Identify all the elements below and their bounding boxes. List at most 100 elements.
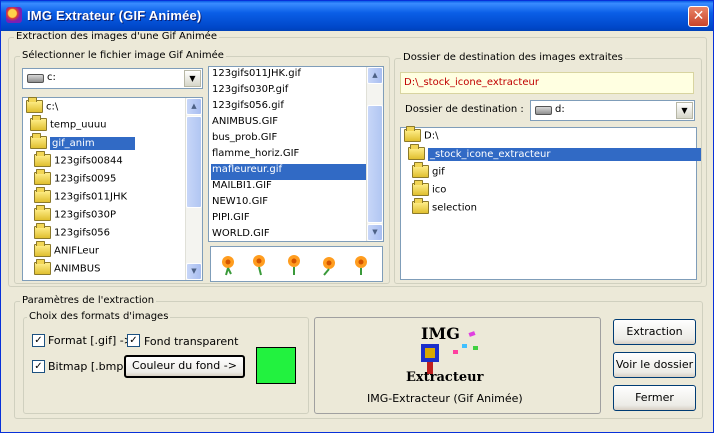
format-gif-label: Format [.gif] -> [48, 334, 133, 347]
source-tree-label: 123gifs030P [54, 209, 117, 221]
transparent-checkbox[interactable]: ✓ [127, 334, 140, 347]
file-list-item[interactable]: 123gifs011JHK.gif [211, 68, 301, 84]
scroll-up-icon[interactable]: ▲ [186, 98, 202, 115]
extraction-button-label: Extraction [626, 325, 683, 338]
source-tree-label: 123gifs011JHK [54, 191, 128, 203]
folder-icon [26, 97, 43, 113]
file-list-item[interactable]: 123gifs030P.gif [211, 84, 288, 100]
logo-caption: IMG-Extracteur (Gif Animée) [367, 392, 523, 405]
folder-icon [412, 198, 429, 214]
source-tree-label: temp_uuuu [50, 119, 107, 131]
destination-folder-tree[interactable]: D:\ _stock_icone_extracteur gif ico selectio… [400, 126, 701, 280]
folder-icon [30, 115, 47, 131]
destination-drive-value: d: [555, 104, 565, 115]
drive-icon [27, 74, 44, 83]
file-list-item[interactable]: mafleureur.gif [211, 164, 368, 180]
close-button[interactable]: Fermer [613, 385, 696, 411]
chevron-down-icon[interactable]: ▼ [676, 102, 693, 119]
main-group-legend: Extraction des images d'une Gif Animée [14, 31, 219, 42]
scroll-down-icon[interactable]: ▼ [186, 263, 202, 280]
flower-frame-2-icon [253, 255, 265, 276]
background-color-button-label: Couleur du fond -> [132, 359, 237, 372]
file-list-scrollbar[interactable]: ▲ ▼ [366, 67, 383, 241]
file-list-item[interactable]: ANIMBUS.GIF [211, 116, 278, 132]
folder-icon [408, 144, 425, 160]
bitmap-label: Bitmap [.bmp] [48, 360, 128, 373]
logo-panel: IMG Extracteur IMG-Extracteur (Gif Animé… [314, 317, 601, 414]
destination-tree-label: gif [432, 166, 445, 178]
source-tree-item[interactable]: ANIMBUS [34, 259, 101, 280]
folder-icon [34, 223, 51, 239]
source-tree-item[interactable]: 123gifs011JHK [34, 187, 128, 208]
source-tree-item[interactable]: 123gifs0095 [34, 169, 116, 190]
folder-icon [34, 187, 51, 203]
file-list-item[interactable]: NEW10.GIF [211, 196, 268, 212]
view-folder-button[interactable]: Voir le dossier [613, 352, 696, 378]
destination-drive-select[interactable]: d: ▼ [530, 100, 695, 121]
app-icon [6, 7, 22, 23]
gif-preview [210, 246, 383, 282]
transparent-label: Fond transparent [144, 335, 239, 348]
source-folder-tree[interactable]: c:\ temp_uuuu gif_anim 123gifs00844 123gifs0… [22, 97, 203, 281]
folder-icon [412, 162, 429, 178]
destination-tree-item[interactable]: _stock_icone_extracteur [408, 144, 701, 165]
destination-tree-label: D:\ [424, 130, 439, 142]
source-tree-item[interactable]: 123gifs030P [34, 205, 117, 226]
file-list-item[interactable]: PIPI.GIF [211, 212, 250, 228]
logo-title: IMG [421, 324, 460, 343]
scroll-thumb[interactable] [367, 105, 383, 223]
extraction-button[interactable]: Extraction [613, 319, 696, 345]
close-button-label: Fermer [635, 391, 674, 404]
destination-path-text: D:\_stock_icone_extracteur [404, 77, 539, 88]
source-tree-item[interactable]: 123gifs056 [34, 223, 111, 244]
flower-frame-5-icon [355, 256, 367, 275]
source-tree-item[interactable]: c:\ [26, 97, 59, 118]
app-window: IMG Extrateur (GIF Animée) ✕ Extraction … [0, 0, 714, 433]
source-tree-label: ANIMBUS [54, 263, 101, 275]
source-drive-select[interactable]: c: ▼ [22, 68, 203, 89]
destination-tree-label: _stock_icone_extracteur [428, 147, 701, 161]
destination-path: D:\_stock_icone_extracteur [400, 72, 694, 94]
file-list-item[interactable]: flamme_horiz.GIF [211, 148, 299, 164]
scroll-up-icon[interactable]: ▲ [367, 67, 383, 84]
flower-frame-3-icon [288, 255, 300, 275]
file-list-item[interactable]: bus_prob.GIF [211, 132, 277, 148]
file-list-item[interactable]: WORLD.GIF [211, 228, 270, 244]
source-tree-label: ANIFLeur [54, 245, 100, 257]
folder-icon [34, 241, 51, 257]
title-bar[interactable]: IMG Extrateur (GIF Animée) ✕ [1, 1, 713, 31]
source-tree-item[interactable]: 123gifs00844 [34, 151, 123, 172]
file-list-item[interactable]: MAILBI1.GIF [211, 180, 272, 196]
folder-icon [34, 151, 51, 167]
color-swatch[interactable] [256, 347, 296, 384]
folder-icon [34, 169, 51, 185]
scroll-down-icon[interactable]: ▼ [367, 224, 383, 241]
flower-frame-1-icon [222, 256, 234, 276]
destination-group-legend: Dossier de destination des images extrai… [401, 52, 625, 63]
destination-folder-label: Dossier de destination : [405, 104, 524, 115]
source-tree-item[interactable]: temp_uuuu [30, 115, 107, 136]
destination-tree-item[interactable]: selection [412, 198, 477, 219]
destination-tree-label: selection [432, 202, 477, 214]
params-group-legend: Paramètres de l'extraction [20, 295, 157, 306]
chevron-down-icon[interactable]: ▼ [184, 70, 201, 87]
scroll-thumb[interactable] [186, 116, 202, 208]
folder-icon [34, 205, 51, 221]
source-tree-label: 123gifs056 [54, 227, 111, 239]
source-tree-label: 123gifs00844 [54, 155, 123, 167]
background-color-button[interactable]: Couleur du fond -> [124, 355, 245, 378]
source-tree-scrollbar[interactable]: ▲ ▼ [185, 98, 202, 280]
source-drive-value: c: [47, 72, 56, 83]
window-title: IMG Extrateur (GIF Animée) [27, 8, 202, 23]
folder-icon [404, 126, 421, 142]
bitmap-checkbox[interactable]: ✓ [32, 360, 45, 373]
folder-icon [412, 180, 429, 196]
close-window-button[interactable]: ✕ [688, 6, 709, 27]
drive-icon [535, 106, 552, 115]
view-folder-button-label: Voir le dossier [615, 358, 694, 371]
file-list-item[interactable]: 123gifs056.gif [211, 100, 284, 116]
source-tree-label: c:\ [46, 101, 59, 113]
format-gif-checkbox[interactable]: ✓ [32, 334, 45, 347]
file-list[interactable]: 123gifs011JHK.gif 123gifs030P.gif 123gifs0… [208, 66, 384, 242]
source-tree-item[interactable]: gif_anim [30, 133, 135, 154]
